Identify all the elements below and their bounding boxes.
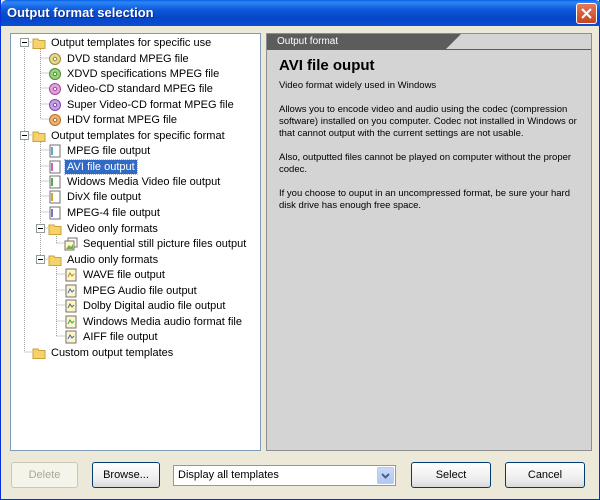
- close-icon: [581, 8, 592, 19]
- collapse-toggle[interactable]: [36, 255, 45, 264]
- tree-node-video-only[interactable]: Video only formats: [48, 221, 160, 236]
- tree-node-dolby[interactable]: Dolby Digital audio file output: [64, 298, 227, 313]
- tree-node-label: AIFF file output: [83, 330, 158, 343]
- format-title: AVI file ouput: [279, 57, 375, 74]
- header-tab-slant: [445, 34, 461, 50]
- description-paragraph: Also, outputted files cannot be played o…: [279, 152, 572, 175]
- collapse-toggle[interactable]: [20, 131, 29, 140]
- tree-node-label: MPEG-4 file output: [67, 206, 160, 219]
- template-filter-dropdown[interactable]: Display all templates: [173, 465, 396, 486]
- tree-node-mpeg-audio[interactable]: MPEG Audio file output: [64, 283, 199, 298]
- folder-icon: [48, 255, 62, 266]
- collapse-toggle[interactable]: [36, 224, 45, 233]
- tree-node-svcd[interactable]: Super Video-CD format MPEG file: [48, 97, 236, 112]
- video-file-icon: [49, 206, 61, 219]
- audio-file-icon: [65, 330, 77, 343]
- disc-icon: [49, 98, 61, 111]
- select-button[interactable]: Select: [411, 462, 491, 488]
- tree-node-hdv[interactable]: HDV format MPEG file: [48, 112, 179, 127]
- tree-node-label: WAVE file output: [83, 268, 165, 281]
- video-file-icon: [49, 175, 61, 188]
- close-button[interactable]: [576, 3, 597, 24]
- audio-file-icon: [65, 299, 77, 312]
- tree-node-label: Video only formats: [67, 222, 158, 235]
- folder-icon: [32, 38, 46, 49]
- template-filter-value: Display all templates: [178, 469, 279, 481]
- tree-node-wma[interactable]: Windows Media audio format file: [64, 314, 244, 329]
- tree-node-label: MPEG file output: [67, 144, 151, 157]
- dropdown-arrow-button[interactable]: [377, 467, 394, 484]
- cancel-button[interactable]: Cancel: [505, 462, 585, 488]
- tree-node-label: AVI file output: [64, 158, 138, 175]
- template-tree[interactable]: Output templates for specific use DVD st…: [10, 33, 261, 451]
- browse-button[interactable]: Browse...: [92, 462, 160, 488]
- tree-node-label: Windows Media audio format file: [83, 315, 242, 328]
- audio-file-icon: [65, 268, 77, 281]
- description-paragraph: If you choose to ouput in an uncompresse…: [279, 188, 570, 211]
- tree-node-custom[interactable]: Custom output templates: [32, 345, 175, 360]
- tree-node-specific-format[interactable]: Output templates for specific format: [32, 128, 227, 143]
- video-file-icon: [49, 160, 61, 173]
- tree-node-xdvd[interactable]: XDVD specifications MPEG file: [48, 66, 221, 81]
- tree-node-label: DivX file output: [67, 190, 141, 203]
- tree-node-label: Widows Media Video file output: [67, 175, 221, 188]
- disc-icon: [49, 113, 61, 126]
- tree-node-divx[interactable]: DivX file output: [48, 189, 143, 204]
- tree-node-mpeg[interactable]: MPEG file output: [48, 143, 152, 158]
- video-file-icon: [49, 190, 61, 203]
- description-header: Output format: [267, 34, 591, 50]
- disc-icon: [49, 52, 61, 65]
- audio-file-icon: [65, 284, 77, 297]
- description-paragraph: Video format widely used in Windows: [279, 80, 437, 91]
- tree-node-label: Audio only formats: [67, 253, 159, 266]
- tree-node-label: HDV format MPEG file: [67, 113, 178, 126]
- image-sequence-icon: [64, 237, 78, 250]
- tree-node-label: DVD standard MPEG file: [67, 52, 189, 65]
- folder-icon: [48, 224, 62, 235]
- tree-node-label: Output templates for specific use: [51, 36, 212, 49]
- tree-node-wmv[interactable]: Widows Media Video file output: [48, 174, 222, 189]
- tree-node-label: Super Video-CD format MPEG file: [67, 98, 234, 111]
- delete-button[interactable]: Delete: [11, 462, 78, 488]
- tree-node-label: Custom output templates: [51, 346, 174, 359]
- chevron-down-icon: [381, 472, 390, 479]
- tree-node-label: XDVD specifications MPEG file: [67, 67, 220, 80]
- tree-node-wave[interactable]: WAVE file output: [64, 267, 167, 282]
- format-description: Video format widely used in Windows Allo…: [279, 80, 585, 224]
- folder-icon: [32, 131, 46, 142]
- tree-node-label: Output templates for specific format: [51, 129, 225, 142]
- dialog-window: Output format selection Output templates…: [0, 0, 600, 500]
- description-header-label: Output format: [267, 34, 445, 50]
- description-panel: Output format AVI file ouput Video forma…: [266, 33, 592, 451]
- tree-node-label: Video-CD standard MPEG file: [67, 82, 213, 95]
- tree-node-label: Dolby Digital audio file output: [83, 299, 226, 312]
- tree-node-specific-use[interactable]: Output templates for specific use: [32, 35, 213, 50]
- tree-node-label: Sequential still picture files output: [83, 237, 247, 250]
- description-paragraph: Allows you to encode video and audio usi…: [279, 104, 577, 139]
- folder-icon: [32, 348, 46, 359]
- tree-node-still-pictures[interactable]: Sequential still picture files output: [64, 236, 248, 251]
- tree-node-avi[interactable]: AVI file output: [48, 158, 138, 175]
- tree-node-dvd[interactable]: DVD standard MPEG file: [48, 51, 191, 66]
- tree-node-mpeg4[interactable]: MPEG-4 file output: [48, 205, 162, 220]
- disc-icon: [49, 82, 61, 95]
- window-title: Output format selection: [7, 5, 154, 20]
- disc-icon: [49, 67, 61, 80]
- tree-node-aiff[interactable]: AIFF file output: [64, 329, 160, 344]
- tree-node-vcd[interactable]: Video-CD standard MPEG file: [48, 81, 215, 96]
- audio-file-icon: [65, 315, 77, 328]
- collapse-toggle[interactable]: [20, 38, 29, 47]
- tree-node-label: MPEG Audio file output: [83, 284, 197, 297]
- video-file-icon: [49, 144, 61, 157]
- tree-node-audio-only[interactable]: Audio only formats: [48, 252, 160, 267]
- title-bar[interactable]: Output format selection: [1, 0, 600, 26]
